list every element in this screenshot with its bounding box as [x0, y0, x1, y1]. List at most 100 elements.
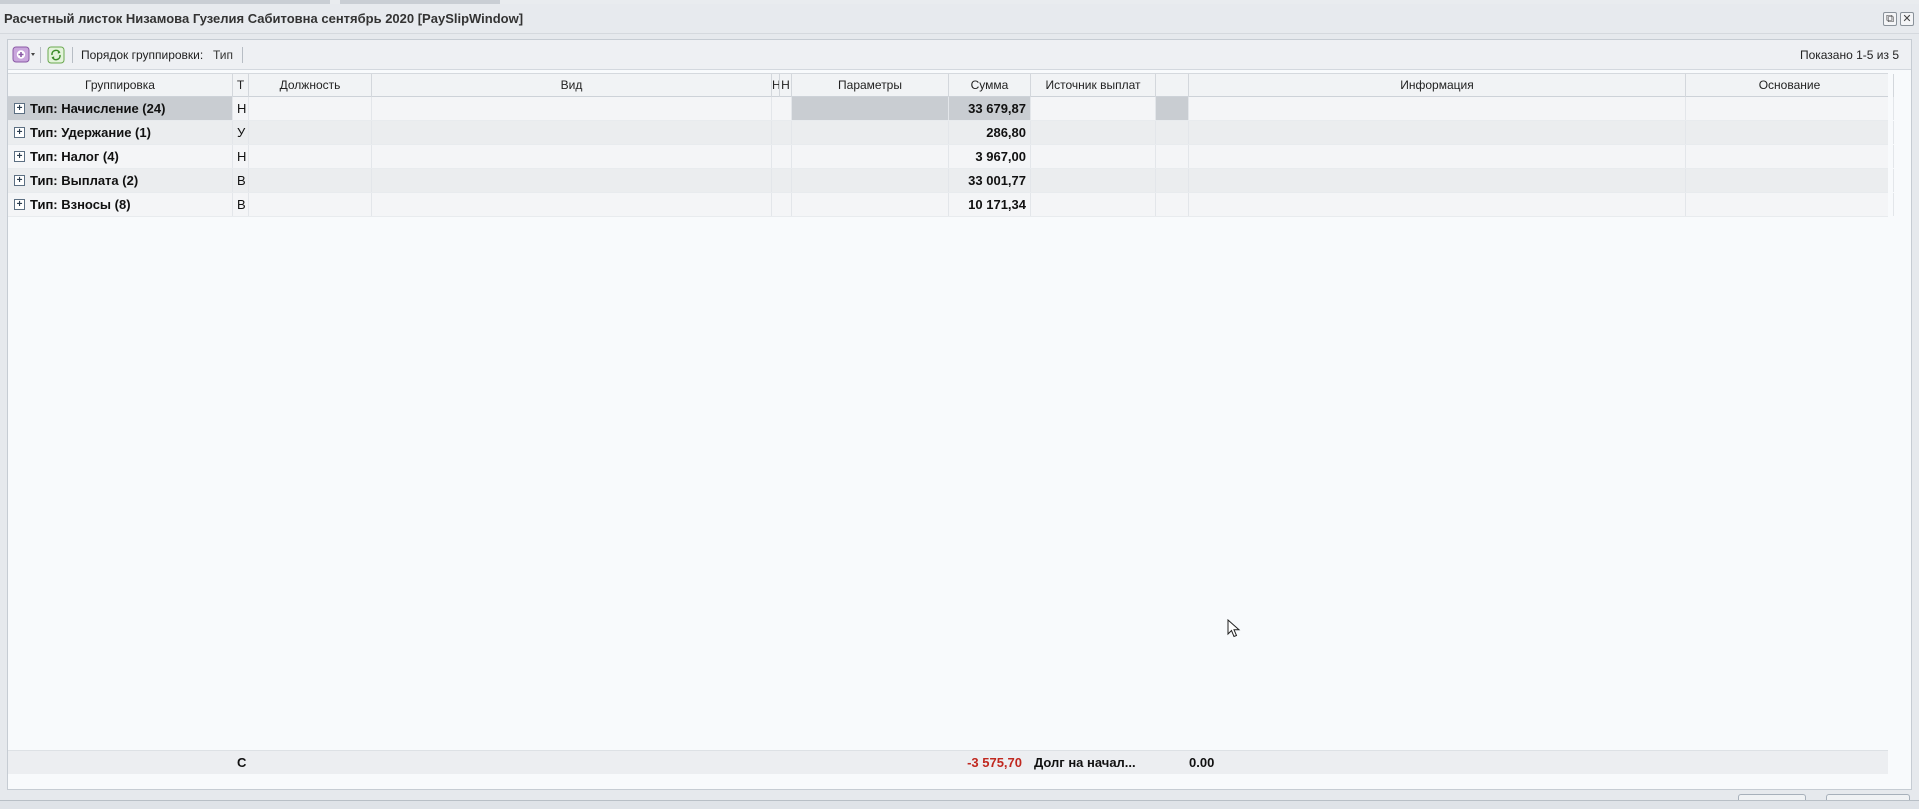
info-cell	[1189, 193, 1686, 216]
paging-info: Показано 1-5 из 5	[1799, 48, 1899, 62]
restore-icon[interactable]: ⧉	[1883, 12, 1897, 26]
footer-button[interactable]	[1738, 794, 1806, 800]
column-header-c10[interactable]	[1156, 74, 1189, 97]
close-icon[interactable]: ✕	[1900, 12, 1914, 26]
narrow-cell	[772, 97, 792, 120]
expand-icon[interactable]: +	[14, 103, 25, 114]
toolbar-separator	[72, 47, 73, 63]
sum-cell: 33 001,77	[949, 169, 1031, 192]
table-row[interactable]: + Тип: Удержание (1) У 286,80	[8, 121, 1894, 145]
position-cell	[249, 145, 372, 168]
kind-cell	[372, 97, 772, 120]
params-cell	[792, 169, 949, 192]
narrow-cell	[772, 121, 792, 144]
group-label: Тип: Удержание (1)	[30, 125, 151, 140]
window-titlebar[interactable]: Расчетный листок Низамова Гузелия Сабито…	[0, 4, 1919, 34]
group-cell[interactable]: + Тип: Удержание (1)	[8, 121, 233, 144]
sum-cell: 3 967,00	[949, 145, 1031, 168]
basis-cell	[1686, 145, 1894, 168]
table-row[interactable]: + Тип: Налог (4) Н 3 967,00	[8, 145, 1894, 169]
toolbar-separator	[242, 47, 243, 63]
refresh-icon	[47, 46, 65, 64]
expand-icon[interactable]: +	[14, 199, 25, 210]
column-header-source[interactable]: Источник выплат	[1031, 74, 1156, 97]
expand-icon[interactable]: +	[14, 175, 25, 186]
type-cell: Н	[233, 97, 249, 120]
column-header-basis[interactable]: Основание	[1686, 74, 1894, 97]
add-dropdown-icon	[12, 46, 35, 63]
add-button[interactable]	[12, 46, 36, 64]
type-cell: Н	[233, 145, 249, 168]
payslip-panel: Порядок группировки: Тип Показано 1-5 из…	[7, 39, 1912, 790]
column-header-params[interactable]: Параметры	[792, 74, 949, 97]
table-row[interactable]: + Тип: Выплата (2) В 33 001,77	[8, 169, 1894, 193]
sum-cell: 33 679,87	[949, 97, 1031, 120]
group-cell[interactable]: + Тип: Налог (4)	[8, 145, 233, 168]
table-row[interactable]: + Тип: Взносы (8) В 10 171,34	[8, 193, 1894, 217]
column-header-kind[interactable]: Вид	[372, 74, 772, 97]
grid-header: Группировка Т Должность Вид Н Н Параметр…	[8, 73, 1894, 97]
column-header-c5[interactable]: Н	[772, 74, 780, 97]
sum-cell: 286,80	[949, 121, 1031, 144]
source-cell	[1031, 193, 1156, 216]
kind-cell	[372, 169, 772, 192]
group-label: Тип: Налог (4)	[30, 149, 119, 164]
mouse-cursor-icon	[1227, 619, 1241, 638]
summary-debt-value: 0.00	[1189, 755, 1215, 770]
column-header-c6[interactable]: Н	[780, 74, 792, 97]
type-cell: У	[233, 121, 249, 144]
summary-sum: -3 575,70	[967, 755, 1022, 770]
position-cell	[249, 169, 372, 192]
source-cell	[1031, 121, 1156, 144]
summary-debt-label: Долг на начал...	[1034, 755, 1136, 770]
basis-cell	[1686, 169, 1894, 192]
params-cell	[792, 193, 949, 216]
params-cell	[792, 97, 949, 120]
group-cell[interactable]: + Тип: Взносы (8)	[8, 193, 233, 216]
footer-button[interactable]	[1826, 794, 1910, 800]
source-cell	[1031, 169, 1156, 192]
source-cell	[1031, 97, 1156, 120]
narrow-cell	[772, 193, 792, 216]
source-cell	[1031, 145, 1156, 168]
summary-row: С -3 575,70 Долг на начал... 0.00	[8, 750, 1888, 774]
summary-type: С	[237, 755, 247, 770]
position-cell	[249, 121, 372, 144]
payslip-window: Расчетный листок Низамова Гузелия Сабито…	[0, 4, 1919, 801]
kind-cell	[372, 193, 772, 216]
basis-cell	[1686, 193, 1894, 216]
refresh-button[interactable]	[47, 46, 65, 64]
narrow-cell	[772, 145, 792, 168]
table-row[interactable]: + Тип: Начисление (24) Н 33 679,87	[8, 97, 1894, 121]
kind-cell	[372, 121, 772, 144]
basis-cell	[1686, 97, 1894, 120]
group-label: Тип: Взносы (8)	[30, 197, 131, 212]
expand-icon[interactable]: +	[14, 151, 25, 162]
params-cell	[792, 121, 949, 144]
payslip-grid: Группировка Т Должность Вид Н Н Параметр…	[8, 73, 1894, 217]
column-header-position[interactable]: Должность	[249, 74, 372, 97]
group-label: Тип: Выплата (2)	[30, 173, 139, 188]
info-cell	[1189, 169, 1686, 192]
marker-cell	[1156, 145, 1189, 168]
position-cell	[249, 97, 372, 120]
params-cell	[792, 145, 949, 168]
info-cell	[1189, 145, 1686, 168]
narrow-cell	[772, 169, 792, 192]
grouping-label: Порядок группировки:	[81, 48, 204, 62]
position-cell	[249, 193, 372, 216]
column-header-sum[interactable]: Сумма	[949, 74, 1031, 97]
marker-cell	[1156, 169, 1189, 192]
column-header-type[interactable]: Т	[233, 74, 249, 97]
info-cell	[1189, 97, 1686, 120]
group-cell[interactable]: + Тип: Выплата (2)	[8, 169, 233, 192]
column-header-group[interactable]: Группировка	[8, 74, 233, 97]
toolbar-separator	[40, 47, 41, 63]
group-cell[interactable]: + Тип: Начисление (24)	[8, 97, 233, 120]
grouping-value[interactable]: Тип	[213, 48, 233, 62]
sum-cell: 10 171,34	[949, 193, 1031, 216]
info-cell	[1189, 121, 1686, 144]
expand-icon[interactable]: +	[14, 127, 25, 138]
column-header-info[interactable]: Информация	[1189, 74, 1686, 97]
window-title: Расчетный листок Низамова Гузелия Сабито…	[4, 11, 524, 26]
